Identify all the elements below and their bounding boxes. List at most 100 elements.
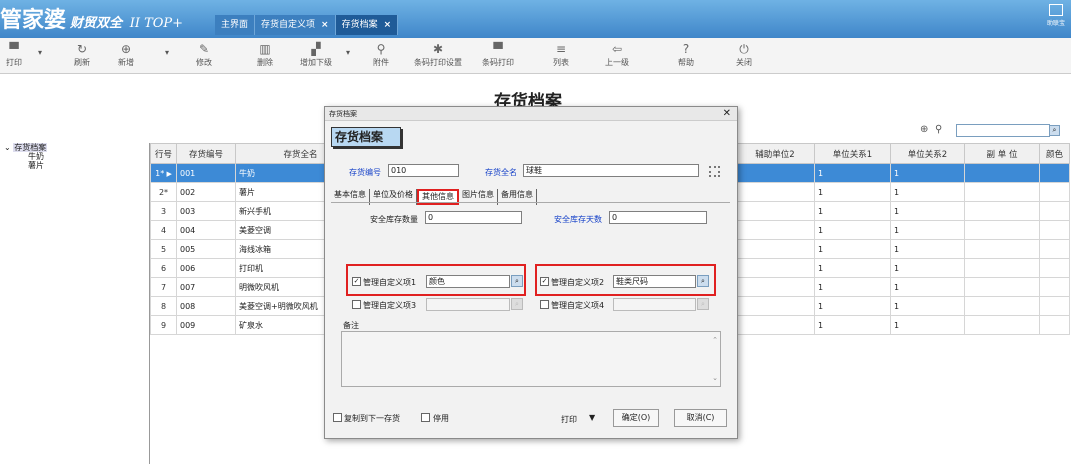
lookup-icon[interactable]: ⌕ [511, 298, 523, 310]
table-row[interactable]: 1 1 [735, 277, 1070, 297]
close-icon[interactable]: × [384, 20, 392, 30]
rel2-cell[interactable]: 1 [890, 277, 965, 297]
tree-item[interactable]: 牛奶 [4, 152, 47, 161]
table-row[interactable]: 1 1 [735, 182, 1070, 202]
color-cell[interactable] [1039, 163, 1070, 183]
rel1-cell[interactable]: 1 [814, 201, 891, 221]
aux-unit-cell[interactable] [735, 163, 815, 183]
custom1-checkbox[interactable]: ✓ [352, 277, 361, 286]
disable-checkbox[interactable] [421, 413, 430, 422]
col-header-aux-unit[interactable]: 辅助单位2 [735, 143, 815, 164]
color-cell[interactable] [1039, 315, 1070, 335]
rel2-cell[interactable]: 1 [890, 239, 965, 259]
cancel-button[interactable]: 取消(C) [674, 409, 727, 427]
col-header-rel2[interactable]: 单位关系2 [890, 143, 965, 164]
custom4-field[interactable] [613, 298, 696, 311]
print-button[interactable]: ▀ 打印 [6, 42, 22, 68]
tab-custom-items[interactable]: 存货自定义项 × [255, 15, 336, 35]
color-cell[interactable] [1039, 182, 1070, 202]
aux-unit-cell[interactable] [735, 258, 815, 278]
rel1-cell[interactable]: 1 [814, 163, 891, 183]
confirm-button[interactable]: 确定(O) [613, 409, 659, 427]
code-cell[interactable]: 006 [176, 258, 236, 278]
aux-unit-cell[interactable] [735, 296, 815, 316]
lookup-icon[interactable]: ⌕ [697, 298, 709, 310]
tree-root[interactable]: ⌄ 存货档案 [4, 143, 48, 152]
sub-unit-cell[interactable] [964, 277, 1040, 297]
rel1-cell[interactable]: 1 [814, 182, 891, 202]
table-row[interactable]: 1 1 [735, 220, 1070, 240]
add-dropdown-icon[interactable]: ▾ [165, 48, 169, 57]
aux-unit-cell[interactable] [735, 315, 815, 335]
code-field[interactable]: 010 [388, 164, 459, 177]
code-cell[interactable]: 005 [176, 239, 236, 259]
safety-qty-field[interactable]: 0 [425, 211, 522, 224]
tab-home[interactable]: 主界面 [215, 15, 256, 35]
rel1-cell[interactable]: 1 [814, 258, 891, 278]
memo-field[interactable]: ⌃ ⌄ [341, 331, 721, 387]
rel1-cell[interactable]: 1 [814, 277, 891, 297]
rel2-cell[interactable]: 1 [890, 163, 965, 183]
aux-unit-cell[interactable] [735, 201, 815, 221]
search-input[interactable] [956, 124, 1050, 137]
code-cell[interactable]: 004 [176, 220, 236, 240]
help-button[interactable]: ? 帮助 [678, 42, 694, 68]
aux-unit-cell[interactable] [735, 239, 815, 259]
sub-unit-cell[interactable] [964, 258, 1040, 278]
custom2-field[interactable]: 鞋类尺码 [613, 275, 696, 288]
code-cell[interactable]: 009 [176, 315, 236, 335]
sub-unit-cell[interactable] [964, 163, 1040, 183]
col-header-rel1[interactable]: 单位关系1 [814, 143, 891, 164]
rel2-cell[interactable]: 1 [890, 296, 965, 316]
table-row[interactable]: 1 1 [735, 315, 1070, 335]
col-header-row[interactable]: 行号 [150, 143, 177, 164]
aux-unit-cell[interactable] [735, 220, 815, 240]
aux-unit-cell[interactable] [735, 182, 815, 202]
pin-icon[interactable]: ⚲ [935, 124, 942, 135]
col-header-sub-unit[interactable]: 副 单 位 [964, 143, 1040, 164]
sub-unit-cell[interactable] [964, 239, 1040, 259]
color-cell[interactable] [1039, 201, 1070, 221]
tab-inventory-archive[interactable]: 存货档案 × [335, 15, 399, 35]
rel2-cell[interactable]: 1 [890, 220, 965, 240]
table-row[interactable]: 1 1 [735, 201, 1070, 221]
copy-next-checkbox[interactable] [333, 413, 342, 422]
color-cell[interactable] [1039, 239, 1070, 259]
add-child-dropdown-icon[interactable]: ▾ [346, 48, 350, 57]
aux-unit-cell[interactable] [735, 277, 815, 297]
table-row[interactable]: 1 1 [735, 258, 1070, 278]
close-button[interactable]: ⏻ 关闭 [736, 42, 752, 68]
color-cell[interactable] [1039, 220, 1070, 240]
name-field[interactable]: 球鞋 [523, 164, 699, 177]
code-cell[interactable]: 008 [176, 296, 236, 316]
custom4-checkbox[interactable] [540, 300, 549, 309]
custom2-checkbox[interactable]: ✓ [540, 277, 549, 286]
lookup-icon[interactable]: ⌕ [511, 275, 523, 287]
rel2-cell[interactable]: 1 [890, 201, 965, 221]
sub-unit-cell[interactable] [964, 220, 1040, 240]
dialog-print-button[interactable]: 打印 [561, 414, 577, 425]
custom3-checkbox[interactable] [352, 300, 361, 309]
rel1-cell[interactable]: 1 [814, 315, 891, 335]
tree-item[interactable]: 薯片 [4, 161, 47, 170]
scroll-up-icon[interactable]: ⌃ [712, 336, 718, 344]
custom3-field[interactable] [426, 298, 510, 311]
assistant-button[interactable]: 助联宝 [1043, 4, 1069, 34]
add-button[interactable]: ⊕ 新增 [118, 42, 134, 68]
rel1-cell[interactable]: 1 [814, 220, 891, 240]
color-cell[interactable] [1039, 277, 1070, 297]
code-cell[interactable]: 007 [176, 277, 236, 297]
rel2-cell[interactable]: 1 [890, 258, 965, 278]
list-button[interactable]: ≡ 列表 [553, 42, 569, 68]
qrcode-icon[interactable] [709, 166, 720, 177]
sub-unit-cell[interactable] [964, 182, 1040, 202]
custom1-field[interactable]: 颜色 [426, 275, 510, 288]
table-row[interactable]: 1 1 [735, 296, 1070, 316]
table-row[interactable]: 1 1 [735, 163, 1070, 183]
rel2-cell[interactable]: 1 [890, 182, 965, 202]
close-icon[interactable]: ✕ [723, 107, 731, 121]
table-row[interactable]: 1 1 [735, 239, 1070, 259]
col-header-code[interactable]: 存货编号 [176, 143, 236, 164]
lookup-icon[interactable]: ⌕ [697, 275, 709, 287]
code-cell[interactable]: 003 [176, 201, 236, 221]
